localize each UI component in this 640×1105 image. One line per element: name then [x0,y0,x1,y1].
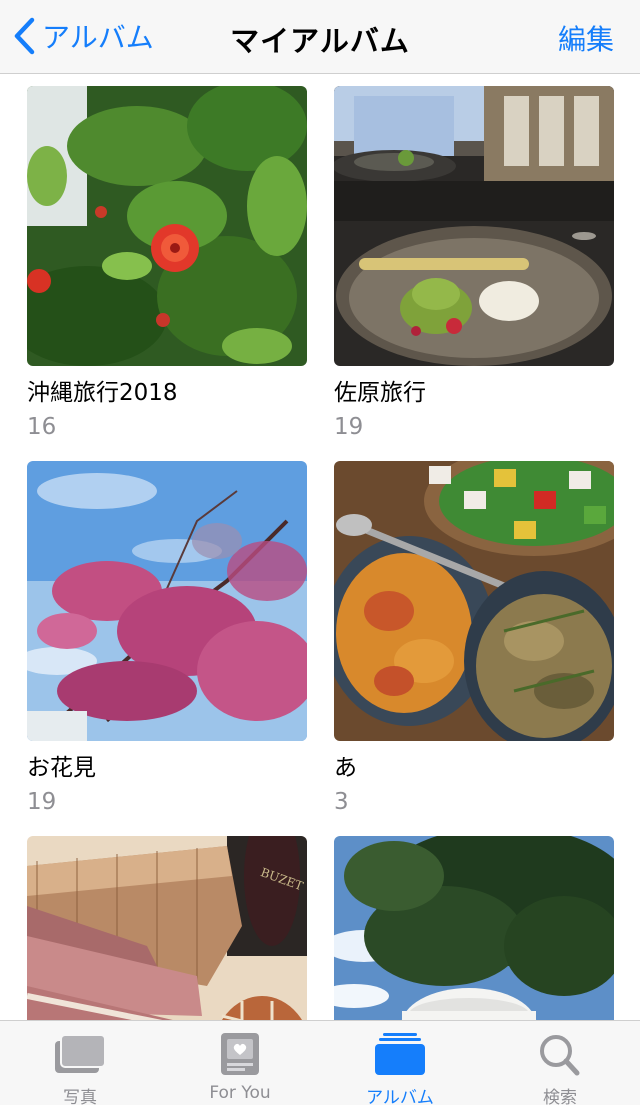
navigation-bar: アルバム マイアルバム 編集 [0,0,640,74]
photos-stack-icon [55,1034,106,1073]
search-icon [540,1035,580,1076]
tab-search[interactable]: 検索 [480,1021,640,1105]
tab-label: 検索 [543,1088,577,1105]
album-thumbnail[interactable] [334,461,614,741]
tab-label: アルバム [366,1088,434,1105]
album-title: お花見 [27,755,96,781]
edit-button[interactable]: 編集 [558,18,614,58]
cherry-blossom-photo [27,461,307,741]
album-item[interactable]: 沖縄旅行2018 16 [27,86,307,441]
album-count: 3 [334,789,349,815]
album-item[interactable]: お花見 19 [27,461,307,816]
tab-bar: 写真 For You アルバム 検索 [0,1020,640,1105]
album-title: あ [334,755,357,781]
album-count: 19 [27,789,57,815]
album-thumbnail[interactable]: BUZET [27,836,307,1020]
album-count: 19 [334,414,364,440]
album-item[interactable]: madeya [334,836,614,1020]
album-thumbnail[interactable] [27,461,307,741]
albums-stack-icon [375,1033,425,1075]
tab-for-you[interactable]: For You [160,1021,320,1105]
tab-label: 写真 [63,1088,97,1105]
album-thumbnail[interactable]: madeya [334,836,614,1020]
album-item[interactable]: あ 3 [334,461,614,816]
album-thumbnail[interactable] [27,86,307,366]
album-grid: 沖縄旅行2018 16 佐原旅行 19 お花見 19 あ 3 BUZET [0,74,640,1020]
hibiscus-photo [27,86,307,366]
for-you-heart-card-icon [221,1033,259,1075]
album-title: 佐原旅行 [334,380,426,406]
cup-under-trees-photo: madeya [334,836,614,1020]
tab-label: For You [209,1083,271,1103]
page-title: マイアルバム [230,24,410,58]
dessert-plate-photo [334,86,614,366]
album-thumbnail[interactable] [334,86,614,366]
pasta-dishes-photo [334,461,614,741]
album-item[interactable]: 佐原旅行 19 [334,86,614,441]
album-title: 沖縄旅行2018 [27,380,178,406]
tab-albums[interactable]: アルバム [320,1021,480,1105]
tab-photos[interactable]: 写真 [0,1021,160,1105]
ham-roast-photo: BUZET [27,836,307,1020]
album-count: 16 [27,414,57,440]
album-item[interactable]: BUZET [27,836,307,1020]
